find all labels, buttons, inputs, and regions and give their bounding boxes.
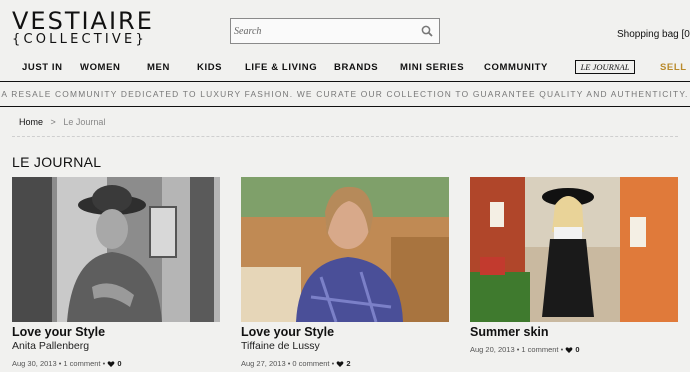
article-image[interactable]	[12, 177, 220, 322]
tagline: A RESALE COMMUNITY DEDICATED TO LUXURY F…	[1, 89, 689, 99]
shopping-bag-count: [0]	[681, 29, 690, 40]
article-meta: Aug 20, 2013 • 1 comment • 0	[470, 345, 580, 354]
heart-icon[interactable]	[336, 361, 344, 368]
breadcrumb: Home > Le Journal	[19, 117, 105, 127]
article-comments[interactable]: 1 comment	[521, 345, 558, 354]
nav-community[interactable]: COMMUNITY	[484, 62, 548, 73]
shopping-bag-label: Shopping bag	[617, 29, 679, 40]
search-input[interactable]	[234, 22, 414, 40]
nav-le-journal[interactable]: LE JOURNAL	[575, 60, 635, 74]
heart-icon[interactable]	[565, 347, 573, 354]
article-image[interactable]	[241, 177, 449, 322]
logo-line2: {COLLECTIVE}	[12, 32, 147, 47]
article-meta: Aug 30, 2013 • 1 comment • 0	[12, 359, 122, 368]
article-image[interactable]	[470, 177, 678, 322]
logo-line1: VESTIAIRE	[12, 7, 154, 35]
article-card[interactable]: Summer skin Aug 20, 2013 • 1 comment • 0	[470, 177, 678, 354]
article-title[interactable]: Summer skin	[470, 325, 678, 339]
article-date: Aug 27, 2013	[241, 359, 286, 368]
nav-mini-series[interactable]: MINI SERIES	[400, 62, 464, 73]
nav-divider-bottom	[0, 106, 690, 107]
article-title[interactable]: Love your Style	[12, 325, 220, 339]
vestiaire-logo[interactable]: VESTIAIRE {COLLECTIVE}	[12, 8, 162, 47]
breadcrumb-divider	[12, 136, 678, 137]
article-meta: Aug 27, 2013 • 0 comment • 2	[241, 359, 351, 368]
article-likes: 0	[117, 359, 122, 368]
article-date: Aug 30, 2013	[12, 359, 57, 368]
article-author: Anita Pallenberg	[12, 340, 90, 352]
article-likes: 0	[575, 345, 580, 354]
nav-just-in[interactable]: JUST IN	[22, 62, 63, 73]
article-title[interactable]: Love your Style	[241, 325, 449, 339]
breadcrumb-home[interactable]: Home	[19, 117, 43, 127]
nav-women[interactable]: WOMEN	[80, 62, 120, 73]
search-icon[interactable]	[421, 25, 433, 37]
nav-kids[interactable]: KIDS	[197, 62, 222, 73]
breadcrumb-current: Le Journal	[63, 117, 106, 127]
nav-brands[interactable]: BRANDS	[334, 62, 378, 73]
article-card[interactable]: Love your Style Tiffaine de Lussy Aug 27…	[241, 177, 449, 368]
article-comments[interactable]: 0 comment	[292, 359, 329, 368]
article-card[interactable]: Love your Style Anita Pallenberg Aug 30,…	[12, 177, 220, 368]
article-likes: 2	[346, 359, 351, 368]
nav-life-living[interactable]: LIFE & LIVING	[245, 62, 317, 73]
article-date: Aug 20, 2013	[470, 345, 515, 354]
shopping-bag-link[interactable]: Shopping bag [0] ▾	[617, 29, 690, 40]
breadcrumb-separator: >	[50, 117, 56, 127]
page-title: LE JOURNAL	[12, 154, 102, 170]
nav-men[interactable]: MEN	[147, 62, 170, 73]
search-box	[230, 18, 440, 44]
nav-sell[interactable]: SELL	[660, 62, 687, 73]
article-author: Tiffaine de Lussy	[241, 340, 320, 352]
article-comments[interactable]: 1 comment	[63, 359, 100, 368]
heart-icon[interactable]	[107, 361, 115, 368]
nav-divider-top	[0, 81, 690, 82]
